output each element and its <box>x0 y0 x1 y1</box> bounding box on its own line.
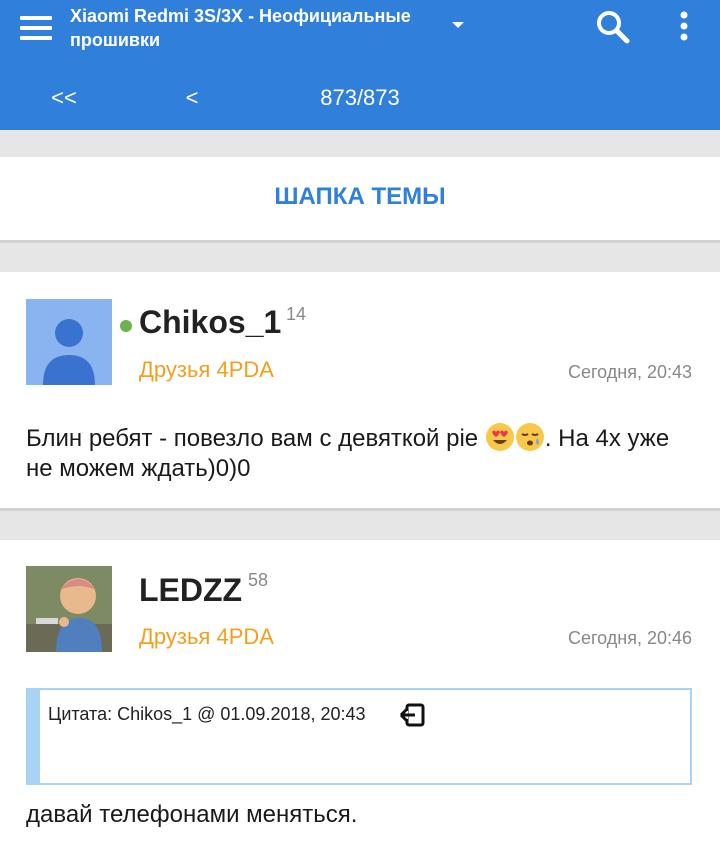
more-options-icon[interactable] <box>666 6 702 48</box>
topic-header-card: ШАПКА ТЕМЫ <box>0 157 720 243</box>
first-page-button[interactable]: << <box>34 80 94 116</box>
post-time: Сегодня, 20:43 <box>567 362 692 382</box>
post: LEDZZ 58 Друзья 4PDA Сегодня, 20:46 Цита… <box>0 540 720 850</box>
hamburger-menu-icon[interactable] <box>16 10 56 46</box>
username[interactable]: LEDZZ <box>139 572 242 609</box>
avatar[interactable] <box>26 566 112 652</box>
go-to-quote-icon[interactable] <box>398 702 426 728</box>
sleepy-emoji-icon <box>515 423 544 451</box>
post-text: давай телефонами меняться. <box>26 801 358 828</box>
topic-header-link[interactable]: ШАПКА ТЕМЫ <box>0 183 720 211</box>
app-bar: Xiaomi Redmi 3S/3X - Неофициальные проши… <box>0 0 720 130</box>
post-text-part: Блин ребят - повезло вам с девяткой pie <box>26 425 485 452</box>
default-avatar-icon <box>26 299 112 385</box>
post-text: Блин ребят - повезло вам с девяткой pie … <box>26 422 696 484</box>
user-group: Друзья 4PDA <box>139 357 274 382</box>
quote-header: Цитата: Chikos_1 @ 01.09.2018, 20:43 <box>48 704 366 724</box>
user-group: Друзья 4PDA <box>139 624 274 649</box>
topic-title[interactable]: Xiaomi Redmi 3S/3X - Неофициальные проши… <box>70 4 450 52</box>
reputation-count[interactable]: 58 <box>248 570 268 591</box>
post: Chikos_1 14 Друзья 4PDA Сегодня, 20:43 Б… <box>0 272 720 511</box>
username[interactable]: Chikos_1 <box>139 304 281 341</box>
avatar[interactable] <box>26 299 112 385</box>
dropdown-arrow-icon[interactable] <box>450 20 466 30</box>
search-icon[interactable] <box>592 6 634 48</box>
previous-page-button[interactable]: < <box>172 80 212 116</box>
reputation-count[interactable]: 14 <box>286 304 306 325</box>
child-photo-avatar-icon <box>26 566 112 652</box>
quote-block: Цитата: Chikos_1 @ 01.09.2018, 20:43 <box>26 688 692 785</box>
online-status-dot <box>120 320 132 332</box>
heart-eyes-emoji-icon <box>485 423 514 451</box>
post-time: Сегодня, 20:46 <box>567 628 692 648</box>
page-indicator[interactable]: 873/873 <box>290 80 430 116</box>
